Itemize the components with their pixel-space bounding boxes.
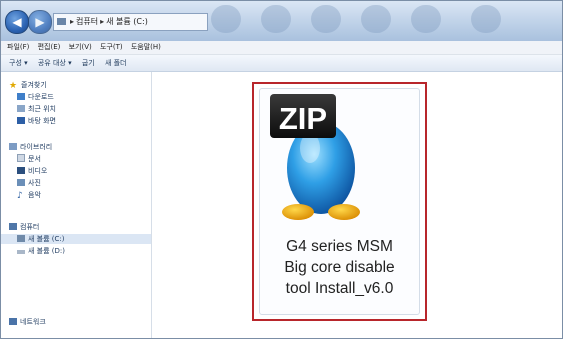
sidebar-libraries[interactable]: 라이브러리 bbox=[9, 142, 52, 152]
new-folder-button[interactable]: 새 폴더 bbox=[105, 59, 127, 67]
document-icon bbox=[17, 154, 25, 162]
sidebar-item-downloads[interactable]: 다운로드 bbox=[17, 92, 54, 102]
sidebar-network[interactable]: 네트워크 bbox=[9, 317, 46, 327]
breadcrumb-separator: ▸ bbox=[100, 17, 105, 26]
sidebar-label: 컴퓨터 bbox=[20, 223, 40, 231]
breadcrumb-volume-c[interactable]: 새 볼륨 (C:) bbox=[106, 17, 148, 26]
sidebar-item-recent[interactable]: 최근 위치 bbox=[17, 104, 56, 114]
menu-edit[interactable]: 편집(E) bbox=[38, 43, 61, 51]
breadcrumb-separator: ▸ bbox=[70, 17, 75, 26]
star-icon: ★ bbox=[9, 81, 18, 91]
sidebar-item-label: 다운로드 bbox=[28, 93, 54, 101]
organize-button[interactable]: 구성 ▾ bbox=[9, 59, 28, 67]
navigation-pane: ★ 즐겨찾기 다운로드 최근 위치 바탕 화면 라이브러리 문서 비디오 사진 ♪… bbox=[1, 72, 152, 338]
command-bar: 구성 ▾ 공유 대상 ▾ 굽기 새 폴더 bbox=[1, 55, 562, 72]
share-with-button[interactable]: 공유 대상 ▾ bbox=[38, 59, 72, 67]
menu-help[interactable]: 도움말(H) bbox=[131, 43, 161, 51]
back-button[interactable]: ◀ bbox=[5, 10, 29, 34]
desktop-icon bbox=[17, 117, 25, 124]
menu-file[interactable]: 파일(F) bbox=[7, 43, 29, 51]
menu-bar: 파일(F) 편집(E) 보기(V) 도구(T) 도움말(H) bbox=[1, 41, 562, 55]
menu-tools[interactable]: 도구(T) bbox=[100, 43, 123, 51]
menu-view[interactable]: 보기(V) bbox=[69, 43, 92, 51]
sidebar-item-volume-d[interactable]: 새 볼륨 (D:) bbox=[17, 246, 65, 256]
sidebar-item-pictures[interactable]: 사진 bbox=[17, 178, 41, 188]
sidebar-item-label: 음악 bbox=[28, 191, 41, 199]
blurred-region bbox=[261, 5, 291, 33]
sidebar-label: 네트워크 bbox=[20, 318, 46, 326]
sidebar-item-label: 비디오 bbox=[28, 167, 48, 175]
blurred-region bbox=[311, 5, 341, 33]
sidebar-item-desktop[interactable]: 바탕 화면 bbox=[17, 116, 56, 126]
pictures-icon bbox=[17, 179, 25, 186]
sidebar-item-videos[interactable]: 비디오 bbox=[17, 166, 47, 176]
downloads-icon bbox=[17, 93, 25, 100]
blurred-region bbox=[361, 5, 391, 33]
recent-places-icon bbox=[17, 105, 25, 112]
sidebar-item-documents[interactable]: 문서 bbox=[17, 154, 41, 164]
sidebar-item-label: 새 볼륨 (C:) bbox=[28, 235, 65, 243]
address-input[interactable]: ▸ 컴퓨터 ▸ 새 볼륨 (C:) bbox=[53, 13, 208, 31]
blurred-region bbox=[211, 5, 241, 33]
sidebar-item-label: 최근 위치 bbox=[28, 105, 56, 113]
sidebar-item-label: 바탕 화면 bbox=[28, 117, 56, 125]
sidebar-label: 즐겨찾기 bbox=[21, 81, 47, 89]
burn-button[interactable]: 굽기 bbox=[82, 59, 95, 67]
sidebar-item-music[interactable]: ♪ 음악 bbox=[17, 190, 41, 201]
drive-icon bbox=[17, 235, 25, 242]
computer-icon bbox=[57, 18, 66, 25]
forward-button[interactable]: ▶ bbox=[28, 10, 52, 34]
sidebar-favorites[interactable]: ★ 즐겨찾기 bbox=[9, 80, 47, 91]
breadcrumb-computer[interactable]: 컴퓨터 bbox=[76, 17, 98, 26]
sidebar-item-volume-c[interactable]: 새 볼륨 (C:) bbox=[1, 234, 151, 244]
music-icon: ♪ bbox=[17, 191, 23, 201]
network-icon bbox=[9, 318, 17, 325]
sidebar-label: 라이브러리 bbox=[20, 143, 53, 151]
sidebar-item-label: 새 볼륨 (D:) bbox=[28, 247, 65, 255]
blurred-region bbox=[411, 5, 441, 33]
sidebar-item-label: 문서 bbox=[28, 155, 41, 163]
address-bar-area: ◀ ▶ ▸ 컴퓨터 ▸ 새 볼륨 (C:) bbox=[1, 1, 562, 41]
highlight-box bbox=[252, 82, 427, 321]
drive-icon bbox=[17, 250, 25, 254]
sidebar-computer[interactable]: 컴퓨터 bbox=[9, 222, 39, 232]
blurred-region bbox=[471, 5, 501, 33]
video-icon bbox=[17, 167, 25, 174]
sidebar-item-label: 사진 bbox=[28, 179, 41, 187]
computer-icon bbox=[9, 223, 17, 230]
libraries-icon bbox=[9, 143, 17, 150]
